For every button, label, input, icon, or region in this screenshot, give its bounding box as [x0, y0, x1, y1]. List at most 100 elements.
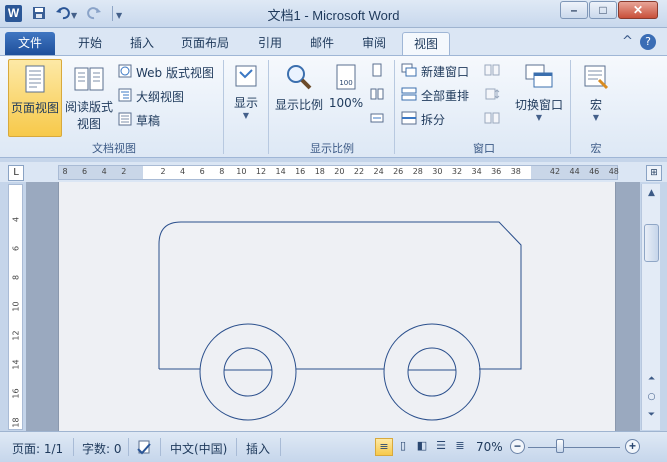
zoom-button[interactable]: 显示比例 [272, 59, 326, 137]
proofing-icon[interactable] [136, 440, 154, 459]
page-width-button[interactable] [370, 111, 388, 131]
ruler-tick-label: 22 [353, 167, 365, 176]
print-layout-view-icon[interactable]: ≡ [375, 438, 393, 456]
ruler-tick-label: 36 [491, 167, 502, 176]
split-label: 拆分 [421, 113, 446, 127]
ruler-tick-label: 4 [101, 167, 107, 176]
group-separator [268, 60, 269, 154]
vertical-ruler-tick-label: 8 [11, 274, 21, 281]
ruler-tick-label: 46 [589, 167, 600, 176]
front-wheel-outer [199, 323, 297, 421]
group-separator [223, 60, 224, 154]
two-pages-button[interactable] [370, 87, 388, 107]
tab-file[interactable]: 文件 [5, 32, 55, 55]
vertical-ruler[interactable]: 468101214161820 [8, 184, 23, 457]
ruler-tick-label: 8 [62, 167, 68, 176]
outline-view-icon[interactable]: ☰ [432, 438, 450, 456]
arrange-all-button[interactable]: 全部重排 [401, 87, 469, 107]
tab-page-layout[interactable]: 页面布局 [174, 32, 236, 55]
tab-review[interactable]: 审阅 [354, 32, 394, 55]
view-side-by-side-button[interactable] [484, 63, 504, 83]
scroll-up-icon[interactable]: ▲ [644, 186, 659, 200]
ruler-tick-label: 6 [199, 167, 205, 176]
ruler-tick-label: 38 [510, 167, 521, 176]
split-button[interactable]: 拆分 [401, 111, 445, 131]
browse-object-icon[interactable]: ○ [644, 390, 659, 404]
maximize-button[interactable]: □ [589, 1, 617, 19]
status-separator [73, 438, 74, 456]
ruler-tick-label: 48 [608, 167, 619, 176]
tab-view[interactable]: 视图 [402, 32, 450, 55]
vertical-ruler-tick-label: 6 [11, 245, 21, 252]
close-button[interactable]: ✕ [618, 1, 658, 19]
vertical-ruler-tick-label: 12 [11, 330, 21, 341]
status-separator [128, 438, 129, 456]
truck-drawing[interactable] [59, 182, 617, 431]
scrollbar-thumb[interactable] [644, 224, 659, 262]
vertical-ruler-tick-label: 10 [11, 301, 21, 312]
sync-scroll-button[interactable] [484, 87, 504, 107]
macros-button[interactable]: 宏 ▼ [576, 59, 616, 137]
tab-mailings[interactable]: 邮件 [302, 32, 342, 55]
zoom-100-icon: 100 [327, 63, 365, 94]
zoom-100-button[interactable]: 100 100% [327, 59, 365, 137]
one-page-icon [370, 63, 384, 82]
web-layout-view-icon[interactable]: ◧ [413, 438, 431, 456]
arrange-all-label: 全部重排 [421, 89, 470, 103]
zoom-out-button[interactable]: − [510, 439, 525, 454]
full-screen-reading-button[interactable]: 阅读版式 视图 [62, 59, 116, 137]
draft-button[interactable]: 草稿 [118, 112, 160, 132]
minimize-button[interactable]: – [560, 1, 588, 19]
ruler-tick-label: 8 [219, 167, 225, 176]
show-button[interactable]: 显示 ▼ [227, 59, 265, 137]
ribbon-tabs: 文件 开始 插入 页面布局 引用 邮件 审阅 视图 ^ ? [0, 28, 667, 55]
outline-button[interactable]: 大纲视图 [118, 88, 184, 108]
new-window-button[interactable]: 新建窗口 [401, 63, 469, 83]
tab-references[interactable]: 引用 [250, 32, 290, 55]
minimize-ribbon-icon[interactable]: ^ [622, 34, 633, 49]
tab-stop-selector[interactable]: L [8, 165, 24, 181]
word-count[interactable]: 字数: 0 [82, 440, 122, 457]
switch-windows-label: 切换窗口 [514, 98, 563, 112]
horizontal-ruler[interactable]: 8 6 4 2 2 4 6 8 10 12 14 16 18 20 22 24 26 28 30 32 34 36 38 42… [58, 165, 619, 180]
page-count[interactable]: 页面: 1/1 [12, 440, 63, 457]
switch-windows-button[interactable]: 切换窗口 ▼ [510, 59, 568, 137]
zoom-slider-track[interactable] [528, 447, 620, 448]
draft-icon [118, 112, 132, 131]
insert-mode-indicator[interactable]: 插入 [246, 440, 270, 457]
front-wheel-inner [223, 347, 273, 397]
reading-view-icon[interactable]: ▯ [394, 438, 412, 456]
reading-view-icon [62, 63, 116, 96]
language-indicator[interactable]: 中文(中国) [170, 440, 227, 457]
tab-home[interactable]: 开始 [70, 32, 110, 55]
ruler-tick-label: 24 [373, 167, 384, 176]
ruler-tick-label: 6 [82, 167, 88, 176]
help-icon[interactable]: ? [640, 34, 656, 50]
next-page-icon[interactable]: ⏷ [644, 408, 659, 422]
vertical-scrollbar[interactable]: ▲ ⏶ ○ ⏷ [641, 184, 660, 430]
status-separator [236, 438, 237, 456]
draft-view-icon[interactable]: ≣ [451, 438, 469, 456]
reset-window-position-button[interactable] [484, 111, 504, 131]
previous-page-icon[interactable]: ⏶ [644, 372, 659, 386]
document-page[interactable] [58, 182, 616, 431]
group-separator [394, 60, 395, 154]
new-window-icon [401, 63, 417, 82]
print-layout-button[interactable]: 页面视图 [8, 59, 62, 137]
ruler-tick-label: 10 [236, 167, 247, 176]
zoom-slider-thumb[interactable] [556, 439, 564, 453]
ruler-tick-label: 2 [121, 167, 127, 176]
view-ruler-icon[interactable]: ⊞ [646, 165, 662, 181]
show-icon [227, 63, 265, 92]
tab-insert[interactable]: 插入 [122, 32, 162, 55]
vertical-ruler-tick-label: 4 [11, 216, 21, 223]
zoom-level[interactable]: 70% [476, 440, 503, 454]
ruler-tick-label: 30 [432, 167, 443, 176]
macros-dropdown-icon: ▼ [592, 113, 600, 122]
group-label-window: 窗口 [473, 142, 495, 155]
ruler-tick-label: 12 [255, 167, 267, 176]
one-page-button[interactable] [370, 63, 388, 83]
ruler-tick-label: 14 [275, 167, 286, 176]
web-layout-button[interactable]: Web 版式视图 [118, 64, 214, 84]
zoom-in-button[interactable]: + [625, 439, 640, 454]
